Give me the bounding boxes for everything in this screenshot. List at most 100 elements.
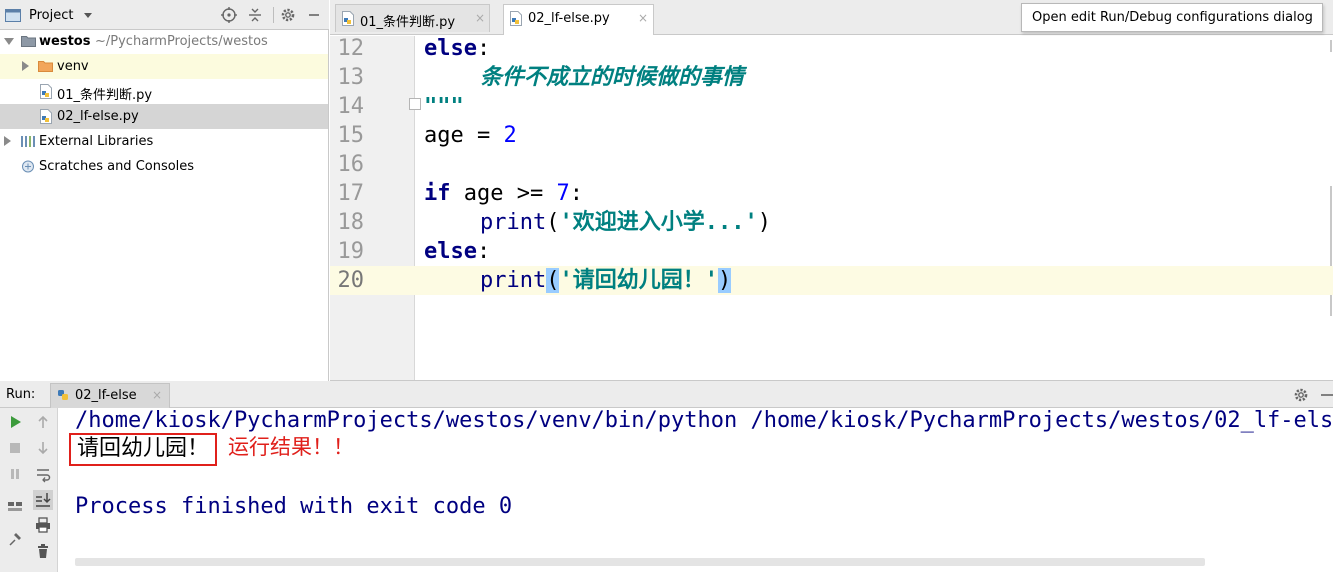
- editor-tab-label: 01_条件判断.py: [360, 15, 456, 30]
- keyword-else: else: [424, 239, 477, 264]
- colon: :: [476, 36, 491, 61]
- paren-close-highlighted: ): [717, 268, 732, 293]
- line-number: 19: [337, 239, 365, 264]
- code-text: else:: [424, 36, 490, 63]
- code-text: 条件不成立的时候做的事情: [480, 63, 744, 92]
- line-number: 16: [337, 152, 365, 177]
- code-line[interactable]: 12 else:: [330, 36, 1333, 63]
- tree-item-venv[interactable]: venv: [0, 54, 328, 79]
- line-number: 17: [337, 181, 365, 206]
- python-file-icon: [342, 11, 354, 26]
- line-number: 18: [337, 210, 365, 235]
- close-icon[interactable]: ×: [638, 11, 648, 25]
- docstring-text: 条件不成立的时候做的事情: [480, 65, 745, 90]
- code-line[interactable]: 19 else:: [330, 237, 1333, 266]
- target-icon[interactable]: [220, 6, 238, 24]
- operator: =: [463, 123, 504, 148]
- tree-item-external-libraries[interactable]: External Libraries: [0, 129, 328, 154]
- tree-item-westos[interactable]: westos ~/PycharmProjects/westos: [0, 29, 328, 54]
- code-text: """: [424, 92, 464, 121]
- close-icon[interactable]: ×: [475, 11, 485, 25]
- run-tab[interactable]: 02_lf-else ×: [50, 383, 170, 408]
- up-arrow-icon[interactable]: [34, 413, 52, 431]
- code-line[interactable]: 13 条件不成立的时候做的事情: [330, 63, 1333, 92]
- trash-icon[interactable]: [34, 542, 52, 560]
- tree-label-venv: venv: [57, 59, 89, 74]
- condition: age >=: [450, 181, 557, 206]
- tree-item-file2[interactable]: 02_lf-else.py: [0, 104, 328, 129]
- code-text: if age >= 7:: [424, 179, 583, 208]
- tree-label-file2: 02_lf-else.py: [57, 109, 139, 124]
- run-toolbar: [0, 408, 58, 572]
- tree-label-external-libraries: External Libraries: [39, 134, 154, 149]
- code-line-current[interactable]: 20 print('请回幼儿园！'): [330, 266, 1333, 295]
- chevron-right-icon[interactable]: [22, 61, 29, 71]
- close-icon[interactable]: ×: [152, 388, 162, 402]
- code-text: else:: [424, 237, 490, 266]
- gear-icon[interactable]: [279, 6, 297, 24]
- fold-marker-icon[interactable]: [409, 98, 421, 110]
- tree-item-scratches[interactable]: Scratches and Consoles: [0, 154, 328, 179]
- colon: :: [569, 181, 583, 206]
- code-line[interactable]: 16: [330, 150, 1333, 179]
- chevron-down-icon[interactable]: [84, 13, 92, 18]
- chevron-down-icon[interactable]: [4, 38, 14, 45]
- python-file-icon: [40, 109, 52, 124]
- console-exit-message: Process finished with exit code 0: [75, 494, 513, 519]
- code-line[interactable]: 15 age = 2: [330, 121, 1333, 150]
- line-number: 13: [337, 65, 365, 90]
- program-output-highlight: 请回幼儿园！: [69, 433, 218, 466]
- tooltip: Open edit Run/Debug configurations dialo…: [1021, 3, 1323, 32]
- code-text: age = 2: [424, 121, 517, 150]
- gear-icon[interactable]: [1292, 386, 1310, 404]
- paren-open: (: [546, 210, 560, 235]
- play-icon[interactable]: [6, 413, 24, 431]
- stop-icon[interactable]: [6, 439, 24, 457]
- editor-tab-file2[interactable]: 02_lf-else.py ×: [503, 4, 654, 35]
- soft-wrap-icon[interactable]: [34, 465, 52, 483]
- colon: :: [476, 239, 491, 264]
- tree-item-file1[interactable]: 01_条件判断.py: [0, 79, 328, 104]
- string-literal: '请回幼儿园！': [559, 268, 718, 293]
- run-console-output[interactable]: /home/kiosk/PycharmProjects/westos/venv/…: [59, 408, 1333, 572]
- builtin-print: print: [480, 210, 547, 235]
- project-view-icon: [5, 9, 21, 22]
- down-arrow-icon[interactable]: [34, 439, 52, 457]
- code-editor[interactable]: 12 else: 13 条件不成立的时候做的事情 14 """ 15 age =…: [330, 36, 1333, 381]
- result-annotation: 运行结果！！: [228, 435, 354, 459]
- python-file-icon: [510, 11, 522, 26]
- string-literal: '欢迎进入小学...': [559, 210, 758, 235]
- project-view-title[interactable]: Project: [29, 8, 73, 23]
- scroll-end-icon[interactable]: [33, 490, 53, 510]
- collapse-icon[interactable]: [246, 6, 264, 24]
- layout-icon[interactable]: [6, 497, 24, 515]
- pin-icon[interactable]: [6, 530, 24, 548]
- editor-tab-file1[interactable]: 01_条件判断.py ×: [335, 4, 490, 32]
- tree-label-root: westos: [39, 34, 91, 49]
- code-line[interactable]: 18 print('欢迎进入小学...'): [330, 208, 1333, 237]
- run-tab-label: 02_lf-else: [75, 388, 137, 403]
- print-icon[interactable]: [34, 516, 52, 534]
- project-panel: Project westos ~/PycharmProjects/westos …: [0, 0, 329, 381]
- tree-label-file1: 01_条件判断.py: [57, 88, 153, 103]
- code-line[interactable]: 14 """: [330, 92, 1333, 121]
- docstring-end: """: [424, 94, 464, 119]
- tree-label-root-path: ~/PycharmProjects/westos: [95, 34, 268, 49]
- python-file-icon: [40, 84, 52, 99]
- library-icon: [21, 136, 35, 147]
- tree-label-scratches: Scratches and Consoles: [39, 159, 195, 174]
- folder-icon: [21, 36, 36, 47]
- header-divider: [273, 7, 274, 23]
- minimize-icon[interactable]: [305, 6, 323, 24]
- pause-icon[interactable]: [6, 465, 24, 483]
- code-text: print('欢迎进入小学...'): [480, 208, 771, 237]
- line-number: 12: [337, 36, 365, 61]
- run-label: Run:: [6, 387, 36, 402]
- run-panel-header: Run: 02_lf-else ×: [0, 381, 1333, 408]
- code-line[interactable]: 17 if age >= 7:: [330, 179, 1333, 208]
- minimize-icon[interactable]: [1318, 386, 1333, 404]
- python-file-icon: [58, 390, 68, 400]
- chevron-right-icon[interactable]: [4, 136, 11, 146]
- horizontal-scrollbar[interactable]: [75, 558, 1205, 566]
- scratches-icon: [22, 160, 34, 173]
